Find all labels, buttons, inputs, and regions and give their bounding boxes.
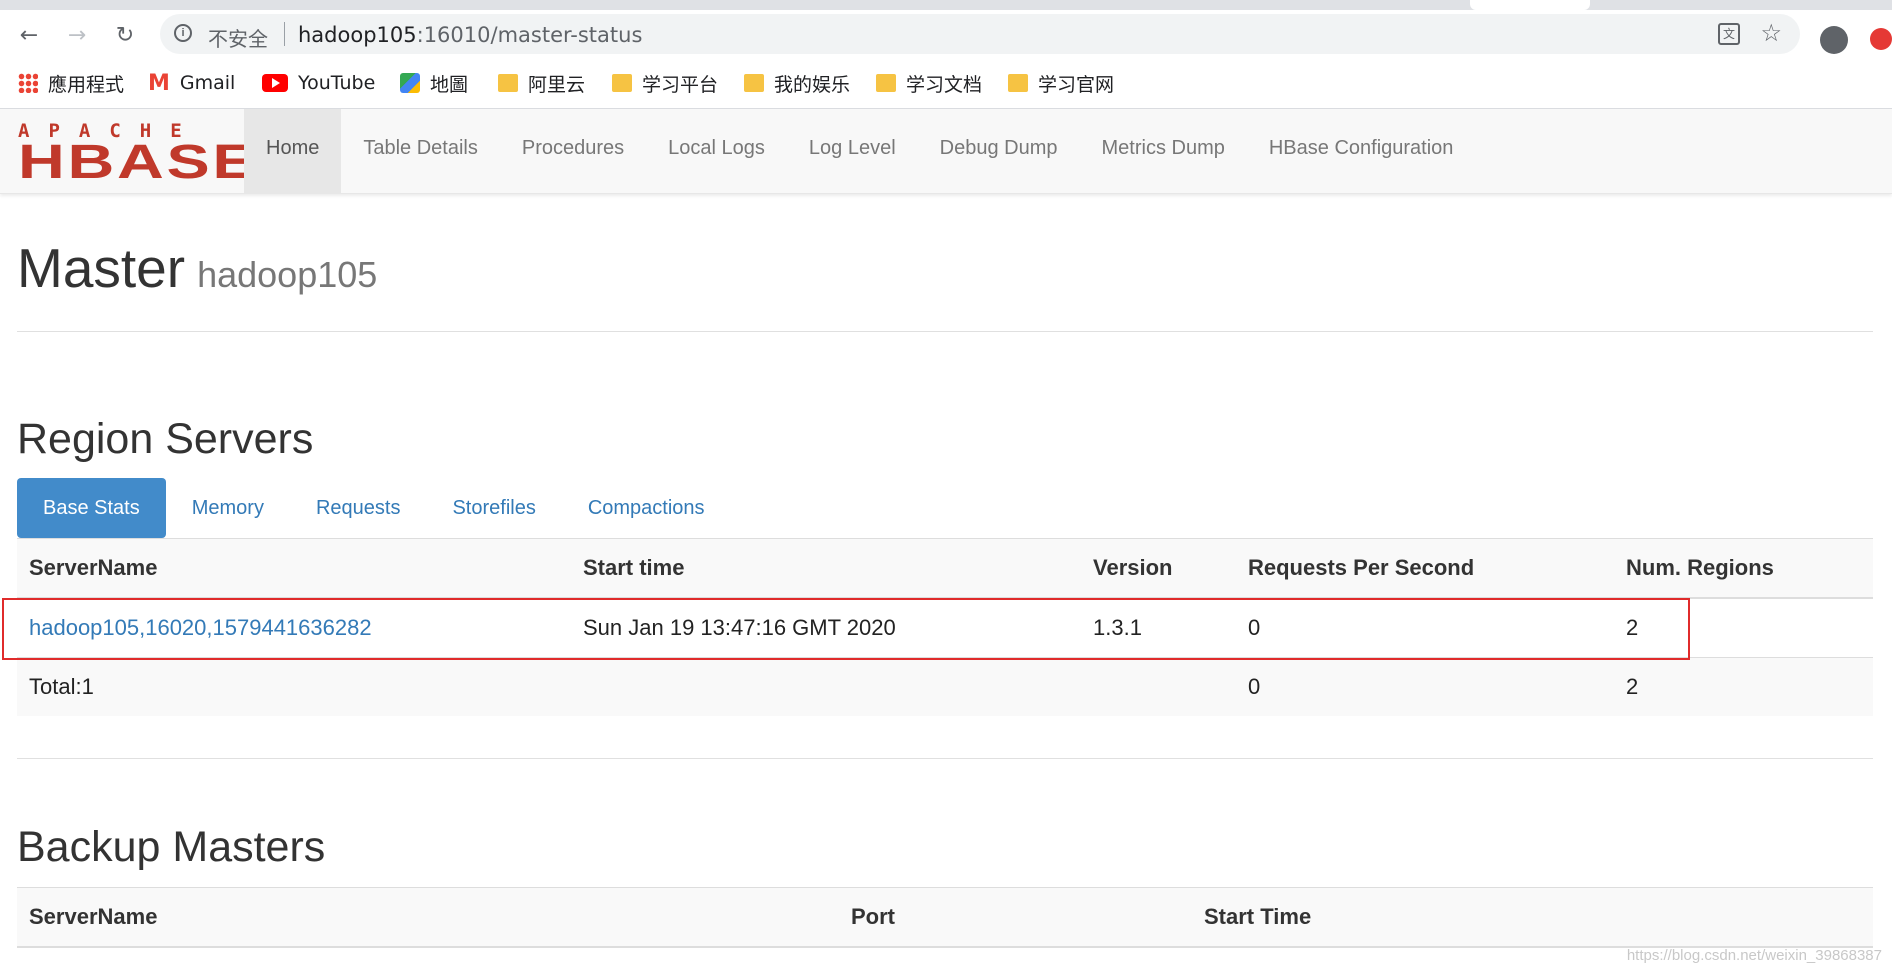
divider: [17, 331, 1873, 332]
bookmark-aliyun[interactable]: 阿里云: [498, 70, 585, 96]
column-header[interactable]: ServerName: [17, 538, 571, 599]
table-header-row: ServerName Start time Version Requests P…: [17, 538, 1873, 599]
nav-home[interactable]: Home: [244, 109, 342, 193]
folder-icon: [1008, 74, 1028, 92]
column-header[interactable]: Start time: [571, 538, 1081, 599]
nav-local-logs[interactable]: Local Logs: [646, 109, 787, 193]
nav-procedures[interactable]: Procedures: [500, 109, 646, 193]
table-cell: 2: [1614, 657, 1873, 716]
bookmark-study-docs[interactable]: 学习文档: [876, 70, 982, 96]
bookmark-entertainment[interactable]: 我的娱乐: [744, 70, 850, 96]
watermark-text: https://blog.csdn.net/weixin_39868387: [1626, 947, 1882, 964]
column-header[interactable]: Requests Per Second: [1236, 538, 1614, 599]
table-cell: [571, 657, 1081, 716]
page-title: Master hadoop105: [17, 238, 377, 305]
region-servers-heading: Region Servers: [17, 415, 314, 463]
gmail-icon: M: [148, 70, 170, 96]
table-header-row: ServerName Port Start Time: [17, 887, 1873, 948]
column-header[interactable]: ServerName: [17, 887, 839, 948]
bookmark-label: 應用程式: [48, 73, 125, 96]
divider: [17, 758, 1873, 759]
apps-grid-icon: [18, 73, 38, 93]
url-text[interactable]: hadoop105:16010/master-status: [298, 23, 642, 47]
bookmark-gmail[interactable]: M Gmail: [148, 70, 235, 96]
url-path: :16010/master-status: [416, 23, 643, 47]
extension-icon[interactable]: [1870, 28, 1892, 50]
nav-hbase-configuration[interactable]: HBase Configuration: [1247, 109, 1476, 193]
bookmark-label: 学习官网: [1038, 73, 1115, 96]
column-header[interactable]: Port: [839, 887, 1192, 948]
translate-icon[interactable]: 文: [1718, 23, 1740, 45]
master-title: Master: [17, 237, 186, 299]
bookmarks-bar: 應用程式 M Gmail YouTube 地圖 阿里云 学习平台 我的娱乐 学习文…: [0, 58, 1892, 109]
profile-avatar-icon[interactable]: [1820, 26, 1848, 54]
hbase-navbar: APACHE HBASE Home Table Details Procedur…: [0, 109, 1892, 194]
bookmark-star-icon[interactable]: ☆: [1760, 19, 1782, 48]
folder-icon: [498, 74, 518, 92]
master-host: hadoop105: [197, 254, 378, 295]
forward-arrow-icon[interactable]: →: [62, 20, 92, 50]
folder-icon: [612, 74, 632, 92]
tab-base-stats[interactable]: Base Stats: [17, 478, 166, 538]
backup-masters-heading: Backup Masters: [17, 823, 326, 871]
bookmark-label: 地圖: [430, 73, 469, 96]
backup-masters-table: ServerName Port Start Time: [17, 887, 1873, 948]
red-highlight-box: [2, 598, 1690, 660]
bookmark-label: Gmail: [179, 72, 236, 94]
tab-requests[interactable]: Requests: [290, 478, 427, 538]
nav-table-details[interactable]: Table Details: [341, 109, 500, 193]
browser-tab-strip: [0, 0, 1892, 10]
table-cell: Total:1: [17, 657, 571, 716]
nav-metrics-dump[interactable]: Metrics Dump: [1080, 109, 1247, 193]
youtube-icon: [262, 74, 288, 92]
back-arrow-icon[interactable]: ←: [14, 20, 44, 50]
insecure-label: 不安全: [208, 27, 268, 51]
address-bar[interactable]: i 不安全 hadoop105:16010/master-status 文 ☆: [160, 14, 1800, 54]
browser-toolbar: ← → ↻ i 不安全 hadoop105:16010/master-statu…: [0, 10, 1892, 58]
active-browser-tab[interactable]: [1470, 0, 1590, 10]
hbase-logo[interactable]: APACHE HBASE: [18, 121, 256, 187]
reload-icon[interactable]: ↻: [110, 20, 140, 50]
table-cell: 0: [1236, 657, 1614, 716]
folder-icon: [876, 74, 896, 92]
table-total-row: Total:1 0 2: [17, 657, 1873, 716]
site-info-icon[interactable]: i: [174, 24, 192, 42]
logo-hbase-text: HBASE: [18, 136, 259, 189]
nav-links: Home Table Details Procedures Local Logs…: [244, 109, 1475, 193]
bookmark-label: 阿里云: [528, 73, 586, 96]
column-header[interactable]: Start Time: [1192, 887, 1873, 948]
bookmark-label: 学习平台: [642, 73, 719, 96]
bookmark-study-platform[interactable]: 学习平台: [612, 70, 718, 96]
bookmark-youtube[interactable]: YouTube: [262, 70, 375, 96]
column-header[interactable]: Num. Regions: [1614, 538, 1873, 599]
bookmark-maps[interactable]: 地圖: [400, 70, 468, 96]
nav-log-level[interactable]: Log Level: [787, 109, 918, 193]
bookmark-study-sites[interactable]: 学习官网: [1008, 70, 1114, 96]
bookmark-label: YouTube: [298, 72, 376, 94]
bookmark-apps[interactable]: 應用程式: [18, 70, 124, 96]
table-cell: [1081, 657, 1236, 716]
folder-icon: [744, 74, 764, 92]
bookmark-label: 我的娱乐: [774, 73, 851, 96]
nav-debug-dump[interactable]: Debug Dump: [918, 109, 1080, 193]
bookmark-label: 学习文档: [906, 73, 983, 96]
url-host: hadoop105: [298, 23, 417, 47]
tab-compactions[interactable]: Compactions: [562, 478, 731, 538]
tab-memory[interactable]: Memory: [166, 478, 290, 538]
column-header[interactable]: Version: [1081, 538, 1236, 599]
tab-storefiles[interactable]: Storefiles: [426, 478, 561, 538]
maps-icon: [400, 73, 420, 93]
region-servers-tabs: Base Stats Memory Requests Storefiles Co…: [17, 478, 731, 538]
omnibox-separator: [284, 22, 285, 46]
